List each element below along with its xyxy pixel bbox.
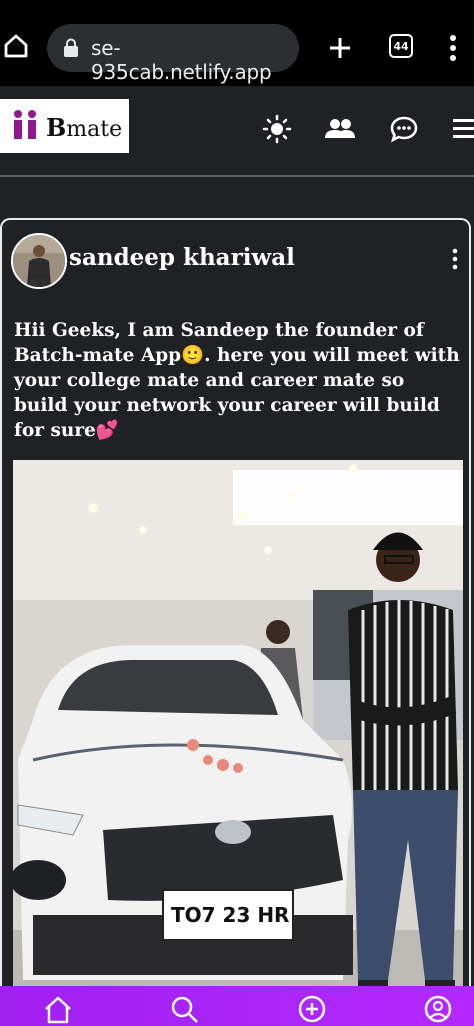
header-divider — [0, 175, 474, 177]
more-vert-icon[interactable] — [448, 34, 458, 62]
author-avatar[interactable] — [11, 233, 67, 289]
people-icon[interactable] — [324, 114, 356, 144]
app-logo[interactable]: Bmate — [0, 99, 129, 153]
new-tab-icon[interactable] — [326, 34, 354, 62]
tab-switcher-button[interactable]: 44 — [389, 34, 413, 58]
post-options-icon[interactable] — [450, 248, 460, 270]
browser-toolbar: se-935cab.netlify.app 44 — [0, 0, 474, 86]
sun-icon[interactable] — [262, 114, 292, 144]
search-icon[interactable] — [169, 994, 199, 1024]
url-text: se-935cab.netlify.app — [91, 36, 272, 84]
hamburger-icon[interactable] — [451, 114, 474, 144]
post-card: sandeep khariwal Hii Geeks, I am Sandeep… — [0, 218, 471, 1020]
home-icon[interactable] — [43, 994, 73, 1024]
license-plate-text: TO7 23 HR — [171, 903, 289, 927]
profile-icon[interactable] — [423, 994, 453, 1024]
lock-icon — [64, 38, 78, 57]
post-author-name[interactable]: sandeep khariwal — [69, 244, 295, 271]
bottom-navigation — [0, 986, 474, 1026]
logo-text: Bmate — [46, 113, 123, 142]
chat-icon[interactable] — [389, 114, 419, 144]
avatar-photo — [13, 235, 65, 287]
logo-mark-icon — [14, 110, 36, 139]
tab-count: 44 — [393, 39, 409, 53]
post-body-text: Hii Geeks, I am Sandeep the founder of B… — [14, 320, 460, 441]
address-bar[interactable]: se-935cab.netlify.app — [47, 24, 299, 84]
post-photo: TO7 23 HR — [13, 460, 463, 1020]
home-icon[interactable] — [2, 32, 30, 60]
post-image[interactable]: TO7 23 HR — [13, 460, 463, 1020]
app-header: Bmate — [0, 86, 474, 178]
add-circle-icon[interactable] — [297, 994, 327, 1024]
